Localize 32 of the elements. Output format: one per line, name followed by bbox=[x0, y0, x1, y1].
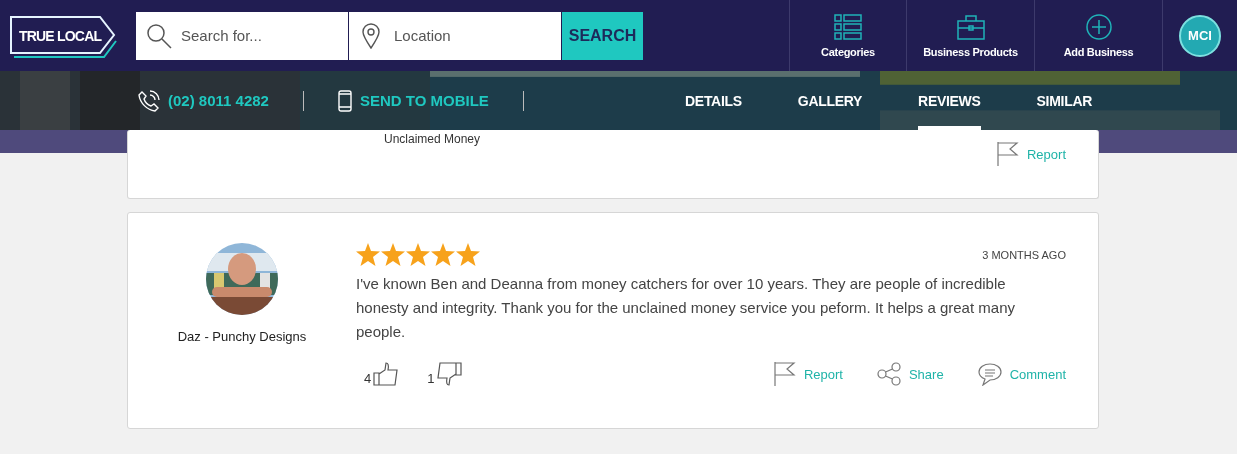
star-icon bbox=[406, 243, 430, 266]
star-icon bbox=[356, 243, 380, 266]
flag-icon bbox=[996, 142, 1019, 166]
thumbs-down-icon bbox=[436, 362, 463, 386]
like-button[interactable]: 4 bbox=[364, 362, 400, 386]
star-icon bbox=[431, 243, 455, 266]
location-field[interactable]: Location bbox=[349, 11, 561, 60]
star-icon bbox=[381, 243, 405, 266]
tab[interactable]: DETAILS bbox=[685, 71, 742, 130]
phone-link[interactable]: (02) 8011 4282 bbox=[138, 89, 269, 112]
flag-icon bbox=[773, 362, 796, 386]
search-icon bbox=[146, 22, 172, 49]
thumbs-up-icon bbox=[373, 362, 400, 386]
comment-icon bbox=[977, 362, 1002, 386]
send-to-mobile-link[interactable]: SEND TO MOBILE bbox=[337, 89, 489, 112]
review-text: I've known Ben and Deanna from money catchers for over 10 years. They are people of incredible honesty and integrity. Thank you for the unclained money service you peform. It helps a great many people. bbox=[356, 274, 1016, 342]
mobile-phone-icon bbox=[337, 89, 352, 112]
location-pin-icon bbox=[361, 22, 381, 49]
share-icon bbox=[876, 362, 901, 386]
add-icon bbox=[1085, 13, 1112, 40]
reviewer-name: Daz - Punchy Designs bbox=[177, 329, 307, 344]
briefcase-icon bbox=[956, 13, 985, 40]
review-date: 3 MONTHS AGO bbox=[982, 248, 1066, 261]
star-icon bbox=[456, 243, 480, 266]
search-button[interactable]: SEARCH bbox=[562, 11, 643, 60]
dislike-button[interactable]: 1 bbox=[427, 362, 463, 386]
tab[interactable]: SIMILAR bbox=[1036, 71, 1092, 130]
review-title: Unclaimed Money bbox=[384, 132, 481, 146]
phone-icon bbox=[138, 89, 160, 112]
tab[interactable]: GALLERY bbox=[797, 71, 863, 130]
list-icon bbox=[834, 13, 862, 40]
search-field[interactable]: Search for... bbox=[136, 11, 348, 60]
